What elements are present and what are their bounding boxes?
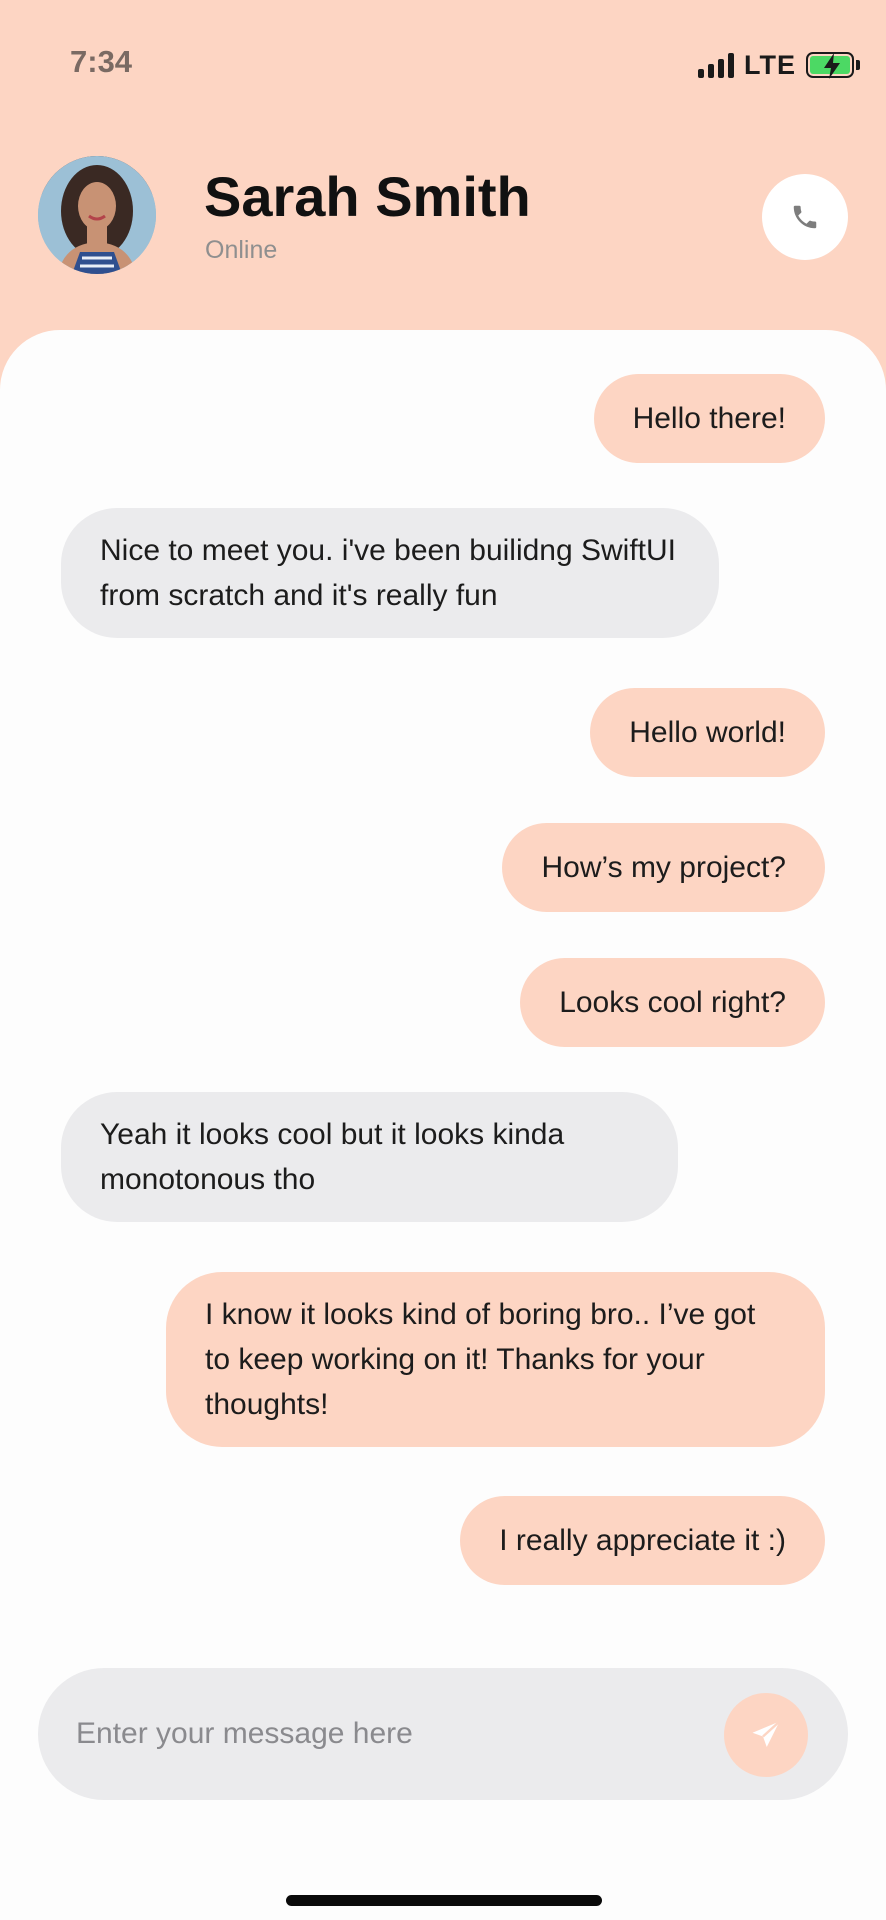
status-indicators: LTE (698, 48, 860, 82)
message-sent: Hello there! (593, 374, 825, 463)
message-input[interactable] (76, 1708, 696, 1760)
message-sent: I know it looks kind of boring bro.. I’v… (166, 1272, 825, 1447)
message-list: Hello there! Nice to meet you. i've been… (0, 330, 886, 1920)
message-sent: Hello world! (590, 688, 825, 777)
signal-icon (698, 52, 734, 78)
message-composer (38, 1668, 848, 1800)
chat-header: Sarah Smith Online (0, 150, 886, 280)
send-button[interactable] (724, 1693, 808, 1777)
status-time: 7:34 (70, 44, 133, 79)
home-indicator[interactable] (286, 1895, 602, 1906)
charging-bolt-icon (824, 53, 840, 79)
battery-tip (856, 60, 860, 70)
phone-icon (793, 205, 817, 229)
avatar-photo (38, 156, 156, 274)
message-received: Yeah it looks cool but it looks kinda mo… (61, 1092, 678, 1222)
status-bar: 7:34 LTE (0, 0, 886, 120)
contact-status: Online (205, 236, 278, 264)
chat-screen: 7:34 LTE Sarah Smith Online Hello there!… (0, 0, 886, 1920)
avatar[interactable] (38, 156, 156, 274)
message-sent: How’s my project? (502, 823, 825, 912)
battery-icon (806, 52, 854, 79)
contact-name: Sarah Smith (204, 165, 531, 228)
network-type: LTE (744, 49, 796, 80)
message-received: Nice to meet you. i've been builidng Swi… (61, 508, 719, 638)
message-sent: I really appreciate it :) (460, 1496, 825, 1585)
call-button[interactable] (762, 174, 848, 260)
send-icon (752, 1720, 781, 1747)
message-sent: Looks cool right? (520, 958, 825, 1047)
